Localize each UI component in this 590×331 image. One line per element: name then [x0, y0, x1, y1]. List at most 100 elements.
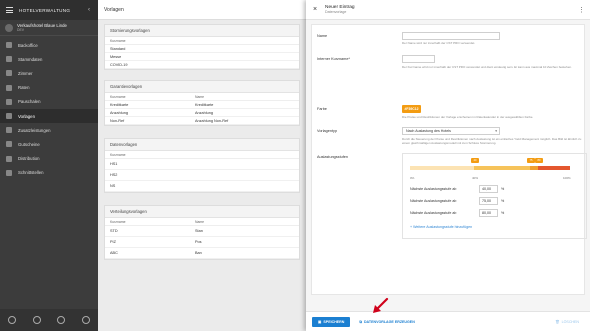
axis-tick: 40%	[472, 176, 479, 180]
sidebar-item-distribution[interactable]: Distribution	[0, 152, 98, 166]
annotation-arrow-icon	[373, 297, 389, 313]
sidebar-item-zusatzleistungen[interactable]: Zusatzleistungen	[0, 123, 98, 137]
menu-icon[interactable]	[6, 7, 13, 13]
rates-icon	[6, 84, 12, 91]
sidebar-item-zimmer[interactable]: Zimmer	[0, 66, 98, 80]
interface-icon	[6, 169, 12, 176]
name-input[interactable]	[402, 32, 500, 40]
template-type-value: Nach Auslastung des Hotels	[406, 129, 451, 133]
column-header: Kurzname	[110, 38, 126, 43]
table-cell: Kreditkarte	[110, 102, 129, 107]
sidebar-header: HOTELVERWALTUNG ‹	[0, 0, 98, 20]
sidebar-item-label: Schnittstellen	[18, 170, 44, 176]
panel-header: × Neuer Eintrag Datenvorlage ⋮	[306, 0, 590, 20]
card-garantievorlagen: Garantievorlagen Kurzname Name Kreditkart…	[104, 80, 300, 126]
bar-segment	[410, 166, 474, 170]
table-row[interactable]: ABC Ban	[105, 248, 299, 259]
table-cell: STD	[110, 229, 118, 233]
table-row[interactable]: Non-Ref Anzahlung Non-Ref	[105, 117, 299, 125]
table-row[interactable]: Kreditkarte Kreditkarte	[105, 101, 299, 109]
table-cell: HS2	[110, 173, 118, 177]
sidebar-item-schnittstellen[interactable]: Schnittstellen	[0, 166, 98, 180]
sidebar-item-gutscheine[interactable]: Gutscheine	[0, 137, 98, 151]
collapse-chevron-icon[interactable]: ‹	[86, 7, 92, 13]
levels-label: Auslastungsstufen	[317, 155, 349, 159]
sidebar-item-stammdaten[interactable]: Stammdaten	[0, 52, 98, 66]
template-type-label: Vorlagentyp	[317, 129, 338, 133]
bell-icon[interactable]	[32, 316, 41, 324]
level-row: Nächste Auslastungsstufe ab 75,00 %	[410, 197, 504, 205]
chevron-down-icon: ▾	[495, 129, 497, 133]
table-cell: Anzahlung	[195, 110, 213, 115]
save-icon: ▣	[318, 319, 322, 324]
sidebar-item-label: Distribution	[18, 156, 40, 162]
internal-name-help: Der Kurzname wird nur innerhalb der CST …	[402, 65, 572, 69]
table-row[interactable]: Messe	[105, 53, 299, 61]
occupancy-levels-editor: 40 75 80 0% 40% 100% Nächste Auslastungs…	[402, 153, 587, 239]
delete-button-label: LÖSCHEN	[561, 319, 579, 324]
template-type-help: Durch die Steuerung der Preise und Restr…	[402, 137, 582, 145]
card-datenvorlagen: Datenvorlagen Kurzname HS1 HS2 NS	[104, 138, 300, 193]
hotel-selector[interactable]: Verkaufshotel Blaue Linde DEV	[0, 20, 98, 36]
table-row[interactable]: HS1	[105, 159, 299, 170]
level-value-input[interactable]: 75,00	[479, 197, 498, 205]
create-data-template-button[interactable]: ⧉ DATENVORLAGE ERZEUGEN	[354, 317, 419, 327]
level-value-input[interactable]: 40,00	[479, 185, 498, 193]
column-header: Name	[195, 94, 205, 99]
backoffice-icon	[6, 42, 12, 49]
table-row[interactable]: PIZ Pos	[105, 237, 299, 248]
column-header: Name	[195, 219, 205, 224]
save-button[interactable]: ▣ SPEICHERN	[312, 316, 351, 327]
user-icon[interactable]	[8, 316, 17, 324]
card-title: Stornierungsvorlagen	[105, 25, 299, 37]
template-form: Name Der Name wird nur innerhalb der CST…	[311, 24, 587, 295]
sidebar-item-vorlagen[interactable]: Vorlagen	[0, 108, 98, 124]
template-type-select[interactable]: Nach Auslastung des Hotels ▾	[402, 127, 500, 135]
card-title: Datenvorlagen	[105, 139, 299, 151]
table-row[interactable]: HS2	[105, 170, 299, 181]
level-row: Nächste Auslastungsstufe ab 80,00 %	[410, 209, 504, 217]
sidebar-item-backoffice[interactable]: Backoffice	[0, 38, 98, 52]
table-cell: ABC	[110, 251, 118, 255]
level-row-label: Nächste Auslastungsstufe ab	[410, 199, 457, 203]
more-options-icon[interactable]: ⋮	[578, 6, 585, 14]
card-stornierungsvorlagen: Stornierungsvorlagen Kurzname Standard M…	[104, 24, 300, 70]
level-marker[interactable]: 75	[527, 158, 535, 163]
level-marker[interactable]: 80	[535, 158, 543, 163]
sidebar-item-label: Zusatzleistungen	[18, 127, 51, 133]
card-verteilungsvorlagen: Verteilungsvorlagen Kurzname Name STD Stan…	[104, 205, 300, 260]
close-icon[interactable]: ×	[312, 6, 318, 13]
sidebar-item-pauschalen[interactable]: Pauschalen	[0, 95, 98, 109]
level-row-label: Nächste Auslastungsstufe ab	[410, 211, 457, 215]
internal-name-input[interactable]	[402, 55, 435, 63]
master-data-icon	[6, 56, 12, 63]
table-row[interactable]: COVID-19	[105, 61, 299, 69]
table-cell: Messe	[110, 54, 122, 59]
main-content: Vorlagen Stornierungsvorlagen Kurzname S…	[98, 0, 306, 331]
table-cell: COVID-19	[110, 62, 128, 67]
level-marker[interactable]: 40	[471, 158, 479, 163]
table-cell: Stan	[195, 229, 203, 233]
sidebar-item-label: Zimmer	[18, 70, 33, 76]
level-value-input[interactable]: 80,00	[479, 209, 498, 217]
new-entry-panel: × Neuer Eintrag Datenvorlage ⋮ Name Der …	[306, 0, 590, 331]
panel-subtitle: Datenvorlage	[325, 10, 347, 15]
level-unit: %	[501, 199, 505, 203]
color-picker-button[interactable]: #F39C12	[402, 105, 421, 113]
axis-tick: 100%	[563, 176, 571, 180]
card-title: Verteilungsvorlagen	[105, 206, 299, 218]
power-icon[interactable]	[81, 316, 90, 324]
table-cell: Anzahlung Non-Ref	[195, 118, 229, 123]
sidebar-item-label: Gutscheine	[18, 141, 40, 147]
help-icon[interactable]	[57, 316, 66, 324]
sidebar-item-label: Pauschalen	[18, 99, 41, 105]
add-level-link[interactable]: + Weitere Auslastungsstufe hinzufügen	[410, 225, 472, 229]
table-row[interactable]: STD Stan	[105, 226, 299, 237]
table-row[interactable]: Standard	[105, 45, 299, 53]
delete-button[interactable]: 🗑 LÖSCHEN	[550, 317, 584, 327]
sidebar-item-raten[interactable]: Raten	[0, 81, 98, 95]
sidebar-item-label: Raten	[18, 85, 30, 91]
level-row: Nächste Auslastungsstufe ab 40,00 %	[410, 185, 504, 193]
table-row[interactable]: NS	[105, 181, 299, 192]
table-row[interactable]: Anzahlung Anzahlung	[105, 109, 299, 117]
